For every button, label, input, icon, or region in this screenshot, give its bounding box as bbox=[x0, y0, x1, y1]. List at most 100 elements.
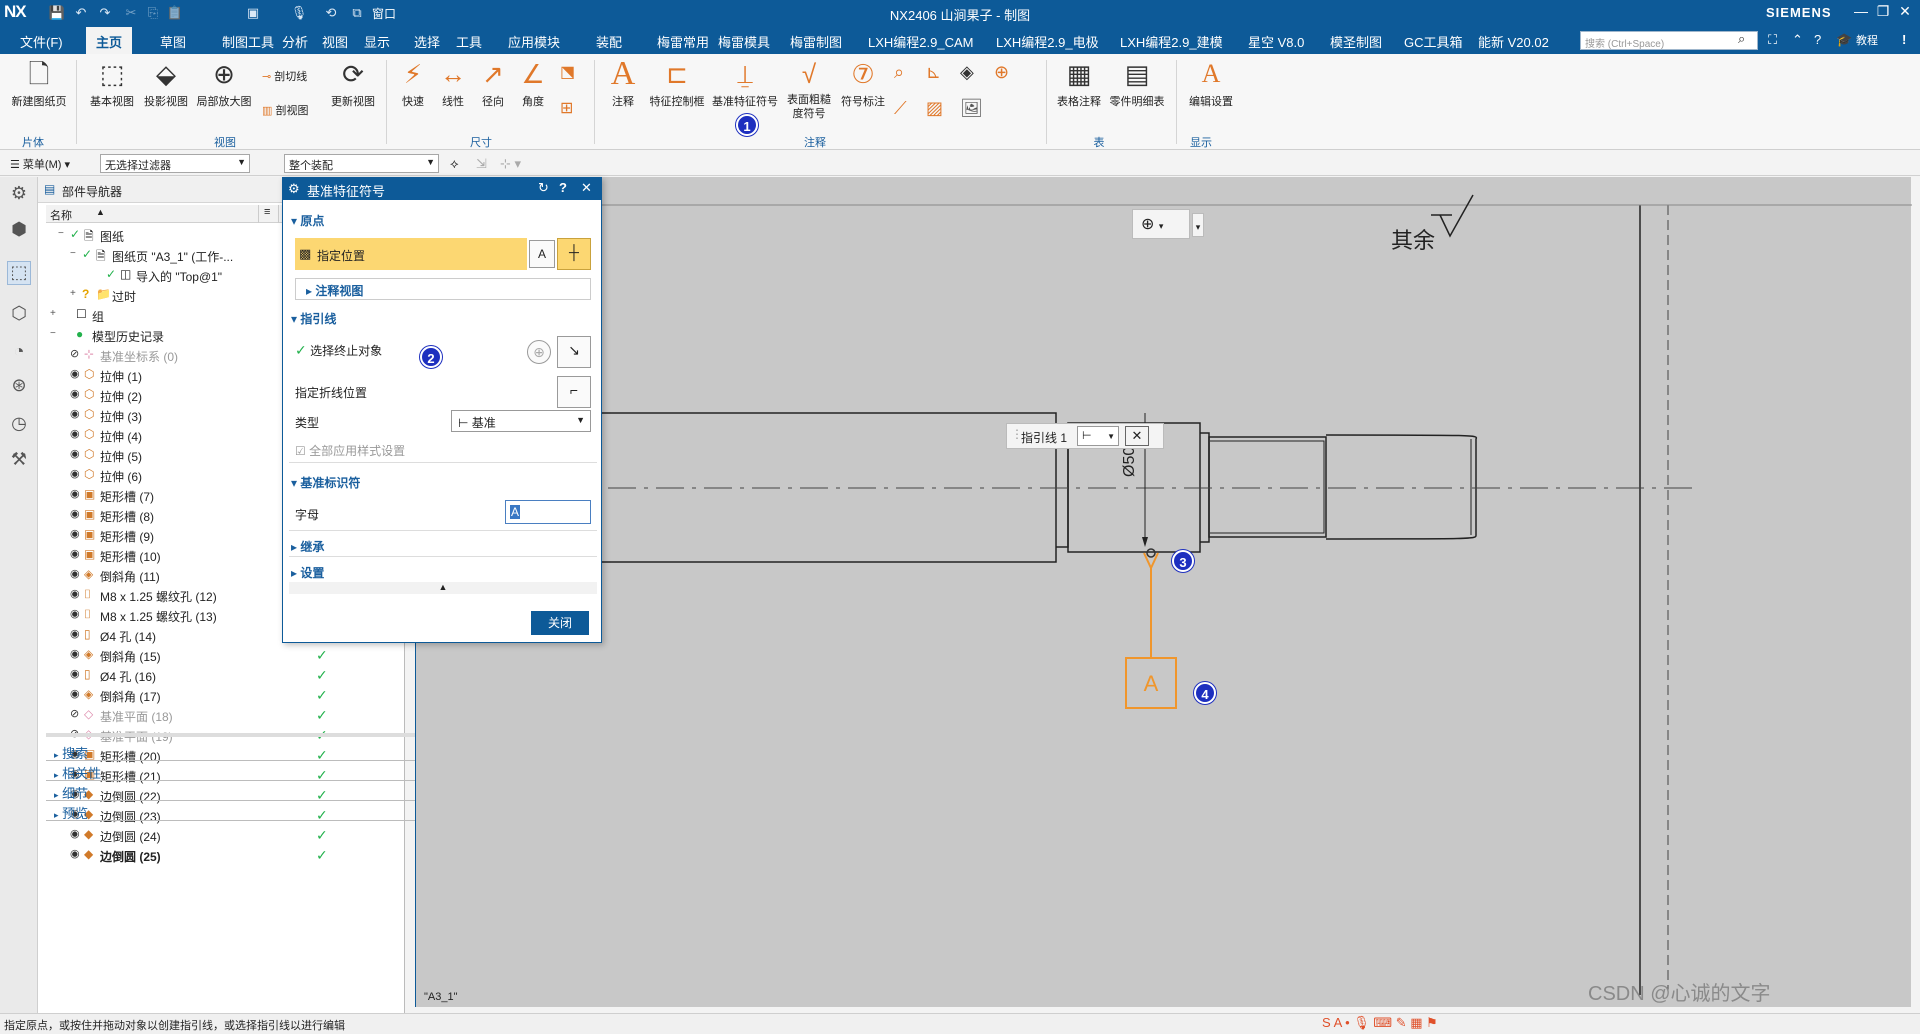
leader-section-header[interactable]: ▾ 指引线 bbox=[291, 310, 593, 327]
snap-toolbar[interactable]: ⊕ ▾ bbox=[1132, 209, 1190, 239]
part-navigator-icon[interactable]: ⬚ bbox=[7, 261, 31, 285]
id-symbol-button[interactable]: ⑦ 符号标注 bbox=[838, 58, 888, 109]
history-icon[interactable]: ◷ bbox=[7, 413, 31, 437]
assembly-navigator-icon[interactable]: ⬢ bbox=[7, 219, 31, 243]
visibility-icon[interactable]: ◉ bbox=[70, 827, 80, 840]
tree-row[interactable]: ◉ ◆ 边倒圆 (25) ✓ bbox=[46, 845, 441, 865]
close-icon[interactable]: ✕ bbox=[1894, 3, 1916, 20]
menu-tab-5[interactable]: 显示 bbox=[364, 32, 390, 51]
expand-toggle-icon[interactable]: − bbox=[58, 228, 68, 239]
settings-expander[interactable]: ▸ 设置 bbox=[291, 564, 593, 581]
dialog-close-icon[interactable]: ✕ bbox=[581, 180, 592, 196]
note-button[interactable]: A 注释 bbox=[604, 57, 642, 109]
edit-settings-button[interactable]: A 编辑设置 bbox=[1186, 58, 1236, 109]
help-icon[interactable]: ? bbox=[1814, 32, 1821, 47]
rapid-dim-button[interactable]: ⚡ 快速 bbox=[396, 58, 430, 109]
dialog-help-icon[interactable]: ? bbox=[559, 180, 567, 195]
ime-toolbar[interactable]: S A • 🎙 ⌨ ✎ ▦ ⚑ bbox=[1322, 1015, 1438, 1031]
chamfer-dim-icon[interactable]: ⬔ bbox=[560, 62, 575, 82]
expand-toggle-icon[interactable]: − bbox=[50, 328, 60, 339]
origin-tool-icon[interactable]: A bbox=[529, 240, 555, 268]
main-menu-button[interactable]: ☰ 菜单(M) ▾ bbox=[10, 156, 70, 172]
filter-option-icon[interactable]: ⟡ bbox=[450, 156, 459, 172]
menu-tab-15[interactable]: LXH编程2.9_建模 bbox=[1120, 32, 1223, 51]
tutorial-link[interactable]: 教程 bbox=[1856, 32, 1878, 48]
select-end-object-row[interactable]: ✓ 选择终止对象 bbox=[295, 342, 382, 359]
snap-point-icon[interactable]: ⊹ ▾ bbox=[500, 156, 521, 172]
restore-icon[interactable]: ❐ bbox=[1872, 3, 1894, 20]
menu-tab-2[interactable]: 制图工具 bbox=[222, 32, 274, 51]
feature-control-frame-button[interactable]: ⊏ 特征控制框 bbox=[648, 58, 706, 109]
tree-row[interactable]: ◉ ◆ 边倒圆 (24) ✓ bbox=[46, 825, 441, 845]
navigator-section-1[interactable]: ▸ 相关性 bbox=[46, 759, 441, 781]
dialog-gear-icon[interactable]: ⚙ bbox=[288, 181, 300, 197]
update-view-button[interactable]: ⟳ 更新视图 bbox=[326, 58, 380, 109]
menu-tab-11[interactable]: 梅雷模具 bbox=[718, 32, 770, 51]
type-filter-select[interactable]: 无选择过滤器 ▼ bbox=[100, 154, 250, 173]
menu-tab-0[interactable]: 主页 bbox=[86, 27, 133, 54]
leader-type-select[interactable]: ⊢ ▼ bbox=[1077, 426, 1119, 446]
tree-row[interactable]: ⊘ ◇ 基准平面 (18) ✓ bbox=[46, 705, 441, 725]
menu-tab-12[interactable]: 梅雷制图 bbox=[790, 32, 842, 51]
visibility-icon[interactable]: ◉ bbox=[70, 507, 80, 520]
collapse-dialog-icon[interactable]: ▲ bbox=[289, 582, 597, 594]
select-end-object-icon[interactable]: ↘ bbox=[557, 336, 591, 368]
datum-identifier-section-header[interactable]: ▾ 基准标识符 bbox=[291, 474, 593, 491]
minimize-icon[interactable]: — bbox=[1850, 3, 1872, 19]
menu-tab-19[interactable]: 能新 V20.02 bbox=[1478, 32, 1549, 51]
datum-feature-symbol-button[interactable]: ⍊ 基准特征符号 bbox=[710, 58, 780, 109]
snap-option-icon[interactable]: ⇲ bbox=[476, 156, 487, 172]
settings-icon[interactable]: ⚙ bbox=[7, 183, 31, 207]
magnifier-icon[interactable]: ⌕ bbox=[894, 62, 904, 83]
menu-tab-1[interactable]: 草图 bbox=[160, 32, 186, 51]
visibility-icon[interactable]: ◉ bbox=[70, 487, 80, 500]
point-dialog-icon[interactable]: ┼ bbox=[557, 238, 591, 270]
menu-tab-6[interactable]: 选择 bbox=[414, 32, 440, 51]
letter-input[interactable]: A bbox=[505, 500, 591, 524]
table-note-button[interactable]: ▦ 表格注释 bbox=[1054, 58, 1104, 109]
reuse-library-icon[interactable]: ⬡ bbox=[7, 303, 31, 327]
tree-row[interactable]: ◉ ◈ 倒斜角 (17) ✓ bbox=[46, 685, 441, 705]
visibility-icon[interactable]: ◉ bbox=[70, 547, 80, 560]
hd3d-icon[interactable]: ◔ bbox=[7, 341, 31, 365]
visibility-icon[interactable]: ◉ bbox=[70, 627, 80, 640]
visibility-icon[interactable]: ◉ bbox=[70, 367, 80, 380]
visibility-icon[interactable]: ◉ bbox=[70, 687, 80, 700]
close-button[interactable]: 关闭 bbox=[531, 611, 589, 635]
visibility-icon[interactable]: ◉ bbox=[70, 587, 80, 600]
expand-toggle-icon[interactable]: − bbox=[70, 248, 80, 259]
tree-row[interactable]: ◉ ◈ 倒斜角 (15) ✓ bbox=[46, 645, 441, 665]
hatch-icon[interactable]: ▨ bbox=[926, 98, 943, 119]
delete-leader-icon[interactable]: ✕ bbox=[1125, 426, 1149, 446]
parts-list-button[interactable]: ▤ 零件明细表 bbox=[1106, 58, 1168, 109]
visibility-icon[interactable]: ◉ bbox=[70, 387, 80, 400]
menu-tab-17[interactable]: 模圣制图 bbox=[1330, 32, 1382, 51]
file-menu[interactable]: 文件(F) bbox=[20, 32, 63, 51]
menu-tab-7[interactable]: 工具 bbox=[456, 32, 482, 51]
projected-view-button[interactable]: ⬙ 投影视图 bbox=[140, 58, 192, 109]
web-browser-icon[interactable]: ⊛ bbox=[7, 375, 31, 399]
menu-tab-14[interactable]: LXH编程2.9_电极 bbox=[996, 32, 1099, 51]
tree-row[interactable]: ◉ ▯ Ø4 孔 (16) ✓ bbox=[46, 665, 441, 685]
navigator-section-3[interactable]: ▸ 预览 bbox=[46, 799, 441, 821]
visibility-icon[interactable]: ◉ bbox=[70, 567, 80, 580]
ordinate-dim-icon[interactable]: ⊞ bbox=[560, 98, 573, 118]
linear-dim-button[interactable]: ↔ 线性 bbox=[436, 58, 470, 109]
column-icon-a[interactable]: ≡ bbox=[264, 206, 270, 218]
visibility-icon[interactable]: ◉ bbox=[70, 527, 80, 540]
menu-tab-13[interactable]: LXH编程2.9_CAM bbox=[868, 32, 973, 51]
apply-all-style-checkbox[interactable]: ☑ 全部应用样式设置 bbox=[295, 442, 405, 459]
visibility-icon[interactable]: ◉ bbox=[70, 407, 80, 420]
angle-dim-button[interactable]: ∠ 角度 bbox=[516, 58, 550, 109]
navigator-section-2[interactable]: ▸ 细节 bbox=[46, 779, 441, 801]
expand-toggle-icon[interactable]: + bbox=[50, 308, 60, 319]
collapse-ribbon-icon[interactable]: ⌃ bbox=[1792, 32, 1803, 48]
selection-scope-select[interactable]: 整个装配 ▼ bbox=[284, 154, 439, 173]
image-icon[interactable]: 🖼 bbox=[960, 98, 983, 119]
menu-tab-9[interactable]: 装配 bbox=[596, 32, 622, 51]
section-view-button[interactable]: ▥ 剖视图 bbox=[262, 102, 308, 118]
command-search-input[interactable]: 搜索 (Ctrl+Space) bbox=[1580, 31, 1758, 50]
weld-symbol-icon[interactable]: ⊾ bbox=[926, 62, 941, 83]
navigator-section-0[interactable]: ▸ 搜索 bbox=[46, 739, 441, 761]
surface-finish-button[interactable]: √ 表面粗糙度符号 bbox=[784, 58, 834, 121]
